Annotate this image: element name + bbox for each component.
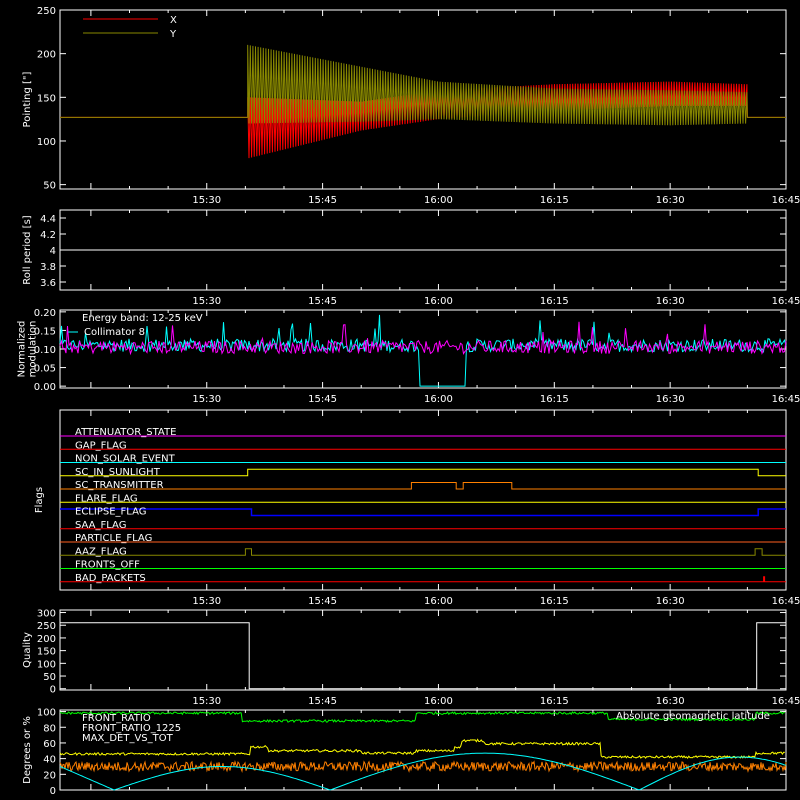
chart-canvas: 15:30 15:45 16:00 16:15 16:30 16:455010015020… [17, 6, 800, 797]
y-tick-label: 0 [50, 685, 56, 696]
x-tick-label: 15:45 [308, 696, 337, 707]
y-tick-label: 80 [43, 723, 56, 734]
flag-line-sc-transmitter [60, 482, 786, 490]
flag-line-bad-packets [60, 576, 786, 583]
flag-label-sc-in-sunlight: SC_IN_SUNLIGHT [75, 467, 161, 478]
flag-label-bad-packets: BAD_PACKETS [75, 573, 146, 584]
x-tick-label: 15:30 [192, 195, 221, 206]
x-tick-label: 16:15 [540, 195, 569, 206]
y-axis-label: Normalized [17, 321, 28, 378]
panel-3: 15:30 15:45 16:00 16:15 16:30 16:450.000.050.… [17, 308, 800, 405]
x-tick-label: 15:45 [308, 296, 337, 307]
y-tick-label: 50 [43, 672, 56, 683]
x-tick-label: 15:45 [308, 394, 337, 405]
y-tick-label: 0.00 [34, 382, 56, 393]
y-tick-label: 200 [37, 50, 56, 61]
legend-label-collimator: Collimator 8 [84, 327, 145, 338]
flag-label-fronts-off: FRONTS_OFF [75, 560, 140, 571]
y-axis-label: modulation [28, 321, 39, 378]
panel-6: 020406080100Degrees or % FRONT_RATIOFRONT… [22, 708, 787, 797]
flag-label-saa-flag: SAA_FLAG [75, 520, 126, 531]
x-tick-label: 16:00 [424, 596, 453, 607]
energy-band-annotation: Energy band: 12-25 keV [82, 313, 203, 324]
x-tick-label: 15:45 [308, 195, 337, 206]
x-tick-label: 16:15 [540, 394, 569, 405]
x-tick-label: 16:00 [424, 394, 453, 405]
flag-line-eclipse-flag [60, 508, 786, 517]
legend-label-geomagnetic-latitude: Absolute geomagnetic latitude [616, 711, 770, 722]
x-tick-label: 15:30 [192, 596, 221, 607]
y-tick-label: 3.8 [40, 262, 56, 273]
degrees-series-4 [59, 752, 787, 791]
flag-label-non-solar-event: NON_SOLAR_EVENT [75, 454, 176, 465]
x-tick-label: 15:45 [308, 596, 337, 607]
y-tick-label: 100 [37, 659, 56, 670]
panel-5: 15:30 15:45 16:00 16:15 16:30 16:45 0 50 100150 2… [22, 609, 800, 707]
flag-label-sc-transmitter: SC_TRANSMITTER [75, 480, 164, 491]
x-tick-label: 15:30 [192, 296, 221, 307]
y-tick-label: 150 [37, 93, 56, 104]
flag-label-gap-flag: GAP_FLAG [75, 440, 127, 451]
flag-label-particle-flag: PARTICLE_FLAG [75, 533, 152, 544]
panel-frame [59, 609, 787, 691]
y-tick-label: 200 [37, 634, 56, 645]
x-tick-label: 16:45 [772, 696, 800, 707]
flag-label-aaz-flag: AAZ_FLAG [75, 546, 127, 557]
y-tick-label: 4.4 [40, 214, 56, 225]
y-tick-label: 60 [43, 739, 56, 750]
y-axis-label: Quality [22, 632, 33, 668]
x-tick-label: 16:45 [772, 195, 800, 206]
x-tick-label: 16:15 [540, 596, 569, 607]
x-tick-label: 15:30 [192, 696, 221, 707]
y-tick-label: 250 [37, 6, 56, 17]
y-tick-label: 100 [37, 137, 56, 148]
x-tick-label: 16:00 [424, 195, 453, 206]
x-tick-label: 16:00 [424, 296, 453, 307]
x-tick-label: 16:30 [656, 296, 685, 307]
x-tick-label: 16:45 [772, 596, 800, 607]
modulation-series-2 [59, 321, 787, 356]
y-axis-label: Roll period [s] [22, 215, 33, 284]
y-tick-label: 0.20 [34, 308, 56, 319]
x-tick-label: 16:30 [656, 596, 685, 607]
x-tick-label: 16:15 [540, 696, 569, 707]
flag-line-aaz-flag [60, 548, 786, 556]
y-tick-label: 0 [50, 786, 56, 797]
quality-line [60, 622, 786, 690]
y-tick-label: 4.2 [40, 230, 56, 241]
y-tick-label: 3.6 [40, 278, 56, 289]
panel-4: 15:30 15:45 16:00 16:15 16:30 16:45 Flags ATTEN… [34, 409, 800, 607]
x-tick-label: 16:30 [656, 696, 685, 707]
x-tick-label: 16:30 [656, 394, 685, 405]
y-tick-label: 100 [37, 708, 56, 719]
y-axis-label: Flags [34, 487, 45, 513]
flag-label-eclipse-flag: ECLIPSE_FLAG [75, 507, 146, 518]
panel-1: 15:30 15:45 16:00 16:15 16:30 16:45 50 100 150 20… [22, 6, 800, 206]
panel-2: 15:30 15:45 16:00 16:15 16:30 16:45 3.6 3.8 4 4.2… [22, 209, 800, 307]
x-tick-label: 16:00 [424, 696, 453, 707]
legend-label-y: Y [169, 29, 177, 40]
x-tick-label: 16:15 [540, 296, 569, 307]
flag-label-flare-flag: FLARE_FLAG [75, 493, 138, 504]
y-tick-label: 50 [43, 181, 56, 192]
y-tick-label: 250 [37, 621, 56, 632]
degrees-series-3 [59, 759, 787, 774]
x-tick-label: 16:30 [656, 195, 685, 206]
legend-label-x: X [170, 15, 177, 26]
x-tick-label: 16:45 [772, 394, 800, 405]
x-tick-label: 15:30 [192, 394, 221, 405]
y-tick-label: 4 [50, 246, 56, 257]
x-tick-label: 16:45 [772, 296, 800, 307]
y-axis-label: Degrees or % [22, 716, 33, 784]
y-tick-label: 300 [37, 609, 56, 620]
y-axis-label: Pointing ["] [22, 71, 33, 127]
legend-label-max-det-vs-tot: MAX_DET_VS_TOT [82, 733, 174, 744]
y-tick-label: 40 [43, 755, 56, 766]
flag-label-attenuator-state: ATTENUATOR_STATE [75, 427, 176, 438]
y-tick-label: 20 [43, 770, 56, 781]
y-tick-label: 150 [37, 647, 56, 658]
flag-line-sc-in-sunlight [60, 468, 786, 477]
